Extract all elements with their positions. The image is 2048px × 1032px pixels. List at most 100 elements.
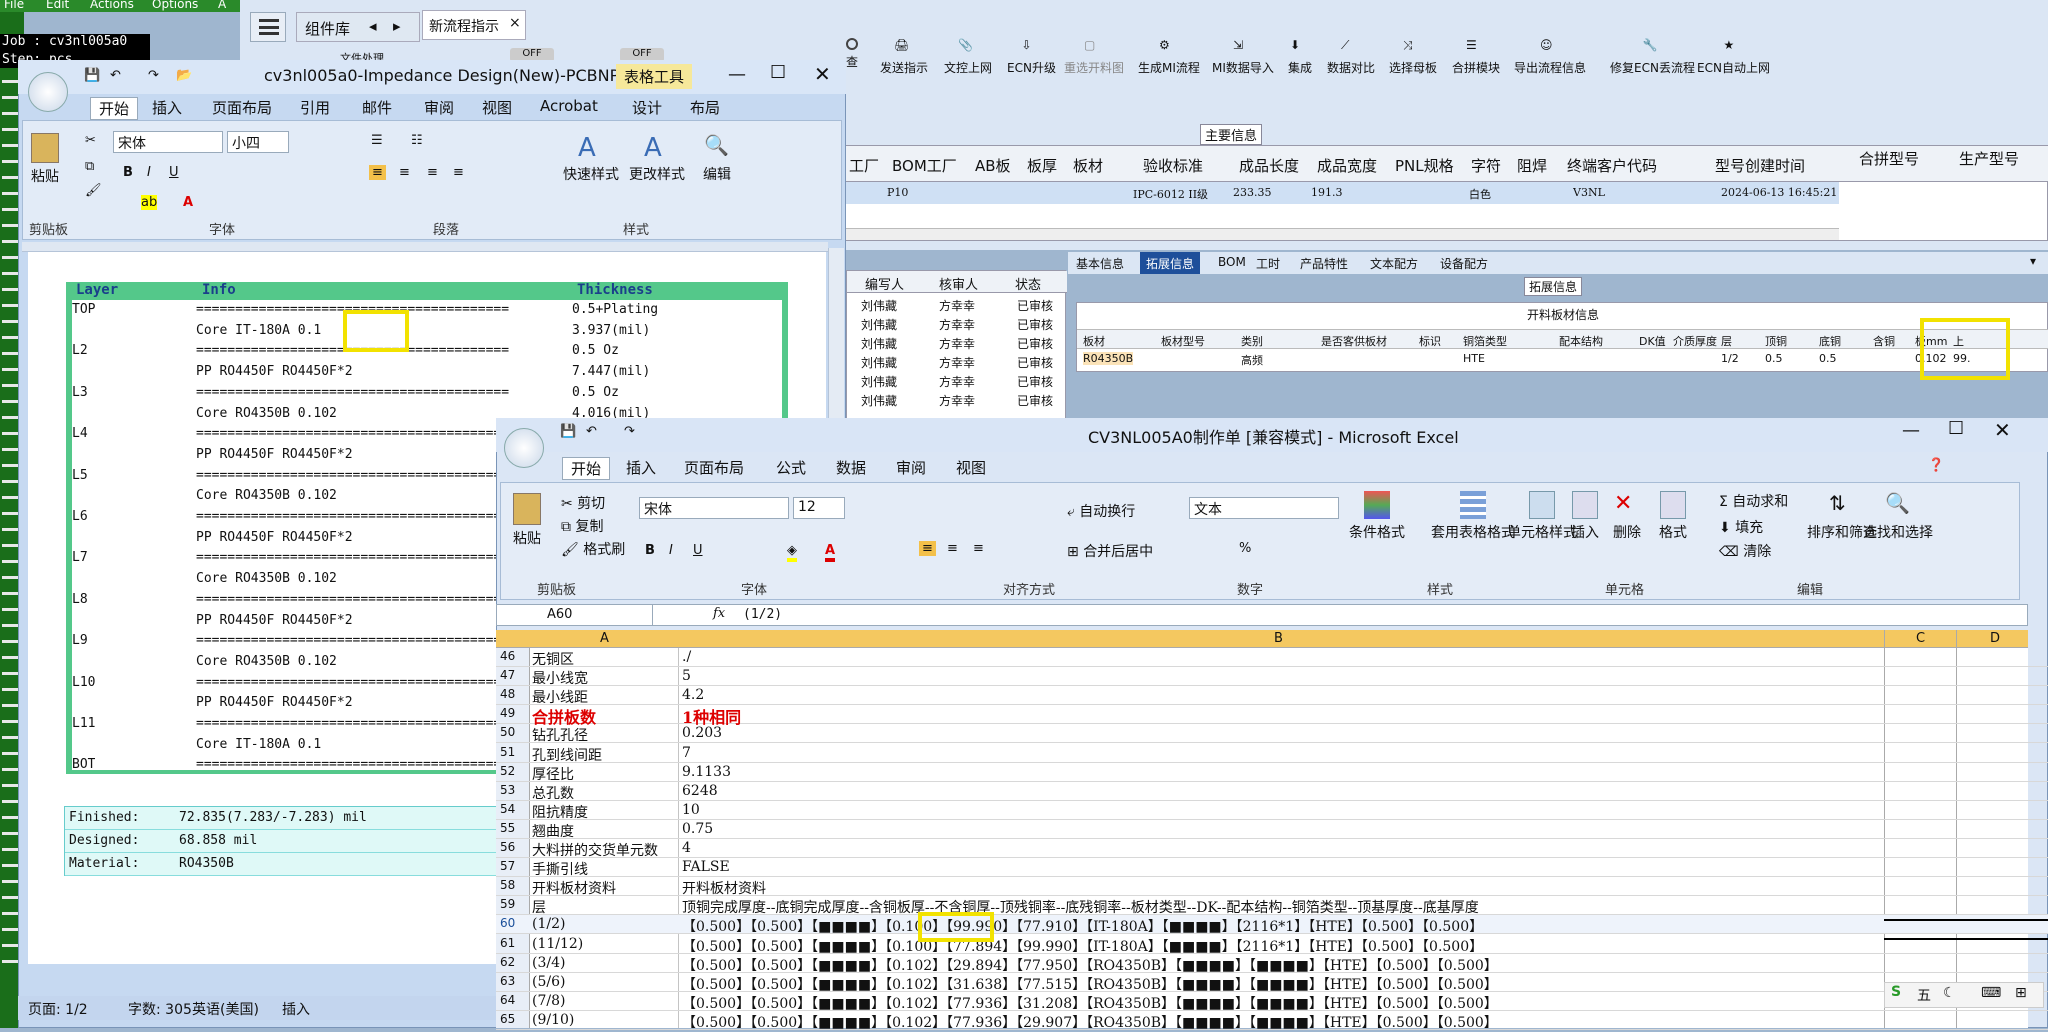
font-name-select[interactable]: 宋体 — [113, 131, 223, 153]
cell-b[interactable]: 【0.500】【0.500】【■■■■】【0.100】【77.894】【99.9… — [682, 936, 1483, 956]
menu-file[interactable]: File — [4, 0, 24, 11]
word-tab[interactable]: 视图 — [482, 97, 512, 118]
sheet-row[interactable]: 50 钻孔孔径 0.203 — [496, 724, 2048, 744]
cell-b[interactable]: 【0.500】【0.500】【■■■■】【0.100】【99.990】【77.9… — [682, 916, 1483, 936]
col-ab[interactable]: AB板 — [975, 155, 1011, 176]
numbering-icon[interactable]: ☷ — [411, 133, 423, 148]
menu-a[interactable]: A — [218, 0, 226, 11]
cell-a[interactable]: 层 — [532, 897, 546, 917]
ime-mode[interactable]: 五 — [1917, 985, 1931, 1005]
row-number[interactable]: 58 — [500, 878, 515, 892]
tab-hours[interactable]: 工时 — [1256, 255, 1280, 272]
excel-fill-color-icon[interactable]: ◈ — [787, 543, 797, 562]
word-tab[interactable]: 设计 — [632, 97, 662, 118]
ext-header-cell[interactable]: 顶铜 — [1765, 333, 1787, 349]
ext-header-cell[interactable]: 板材 — [1083, 333, 1105, 349]
excel-bold-icon[interactable]: B — [645, 543, 655, 558]
col-factory[interactable]: 工厂 — [849, 155, 879, 176]
cell-b[interactable]: 【0.500】【0.500】【■■■■】【0.102】【77.936】【29.9… — [682, 1012, 1498, 1032]
excel-tab[interactable]: 插入 — [626, 457, 656, 478]
col-header-a[interactable]: A — [600, 631, 609, 646]
tab-component-lib[interactable]: 组件库 ◂ ▸ — [296, 12, 420, 42]
font-color-icon[interactable]: A — [183, 195, 193, 210]
find-button[interactable]: 🔍 查找和选择 — [1863, 491, 1933, 542]
excel-tab[interactable]: 视图 — [956, 457, 986, 478]
sheet-row[interactable]: 64 (7/8) 【0.500】【0.500】【■■■■】【0.102】【77.93… — [496, 992, 2048, 1012]
row-number[interactable]: 65 — [500, 1012, 515, 1026]
sheet-row[interactable]: 65 (9/10) 【0.500】【0.500】【■■■■】【0.102】【77.9… — [496, 1011, 2048, 1032]
cut-icon[interactable]: ✂ — [85, 133, 96, 148]
col-reviewer[interactable]: 核审人 — [939, 274, 978, 293]
row-number[interactable]: 46 — [500, 649, 515, 663]
col-char[interactable]: 字符 — [1471, 155, 1501, 176]
cell-b[interactable]: FALSE — [682, 859, 730, 875]
row-number[interactable]: 60 — [500, 916, 515, 930]
doc-online-button[interactable]: 📎 文控上网 — [944, 38, 992, 76]
cell-b[interactable]: 开料板材资料 — [682, 878, 766, 898]
ecn-auto-button[interactable]: ★ ECN自动上网 — [1697, 38, 1770, 76]
status-lang[interactable]: 英语(美国) — [192, 999, 259, 1019]
name-box[interactable]: A60 — [497, 605, 653, 625]
cell-b[interactable]: 7 — [682, 745, 691, 761]
tab-basic[interactable]: 基本信息 — [1076, 255, 1124, 272]
underline-icon[interactable]: U — [169, 165, 179, 180]
gen-mi-button[interactable]: ⚙ 生成MI流程 — [1138, 38, 1200, 76]
save-icon[interactable]: 💾 — [84, 68, 100, 83]
align-left-icon[interactable]: ≡ — [369, 165, 386, 180]
cell-a[interactable]: (7/8) — [532, 993, 565, 1009]
ext-header-cell[interactable]: 类别 — [1241, 333, 1263, 349]
grid-icon[interactable]: ⊞ — [2015, 985, 2027, 1001]
excel-font-name[interactable]: 宋体 — [639, 497, 789, 519]
ext-header-cell[interactable]: 是否客供板材 — [1321, 333, 1387, 349]
col-thick[interactable]: 板厚 — [1027, 155, 1057, 176]
autosum-button[interactable]: Σ 自动求和 — [1719, 491, 1788, 511]
cell-a[interactable]: (3/4) — [532, 955, 565, 971]
col-material[interactable]: 板材 — [1073, 155, 1103, 176]
excel-align-left-icon[interactable]: ≡ — [919, 541, 936, 556]
cell-a[interactable]: 厚径比 — [532, 764, 574, 784]
ext-header-cell[interactable]: 板材型号 — [1161, 333, 1205, 349]
clear-button[interactable]: ⌫ 清除 — [1719, 541, 1771, 561]
cell-b[interactable]: 6248 — [682, 783, 718, 799]
sheet-row[interactable]: 52 厚径比 9.1133 — [496, 763, 2048, 784]
tab-text-recipe[interactable]: 文本配方 — [1370, 255, 1418, 272]
sheet-row[interactable]: 59 层 顶铜完成厚度--底铜完成厚度--含铜板厚--不含铜厚--顶残铜率--底残铜… — [496, 896, 2048, 917]
select-mother-button[interactable]: ⤨ 选择母板 — [1389, 38, 1437, 76]
sheet-row[interactable]: 46 无铜区 ./ — [496, 648, 2048, 668]
cell-a[interactable]: 翘曲度 — [532, 821, 574, 841]
delete-cells-button[interactable]: ✕ 删除 — [1613, 491, 1641, 542]
col-bom-factory[interactable]: BOM工厂 — [892, 155, 957, 176]
tab-bom[interactable]: BOM — [1218, 255, 1246, 269]
font-size-select[interactable]: 小四 — [227, 131, 289, 153]
word-tab[interactable]: 引用 — [300, 97, 330, 118]
col-accept[interactable]: 验收标准 — [1143, 155, 1203, 176]
col-header-b[interactable]: B — [1274, 631, 1283, 646]
sheet-row[interactable]: 56 大料拼的交货单元数 4 — [496, 839, 2048, 859]
cell-b[interactable]: 4 — [682, 840, 691, 856]
row-number[interactable]: 51 — [500, 745, 515, 759]
redo-icon[interactable]: ↷ — [148, 68, 159, 83]
minimize-icon[interactable]: — — [728, 64, 746, 85]
chevron-down-icon[interactable]: ▾ — [2030, 254, 2036, 268]
export-flow-button[interactable]: ☺ 导出流程信息 — [1514, 38, 1586, 76]
tab-device-recipe[interactable]: 设备配方 — [1440, 255, 1488, 272]
excel-maximize-icon[interactable]: ☐ — [1948, 418, 1964, 439]
table-format-button[interactable]: 套用表格格式 — [1431, 491, 1515, 542]
col-prod[interactable]: 生产型号 — [1959, 148, 2019, 169]
cell-b[interactable]: 9.1133 — [682, 764, 731, 780]
excel-tab[interactable]: 数据 — [836, 457, 866, 478]
word-tab[interactable]: 页面布局 — [212, 97, 272, 118]
copy-icon[interactable]: ⧉ — [85, 159, 94, 174]
sheet-row[interactable]: 61 (11/12) 【0.500】【0.500】【■■■■】【0.100】【77.… — [496, 935, 2048, 956]
status-words[interactable]: 字数: 305 — [128, 999, 192, 1019]
cell-a[interactable]: 手撕引线 — [532, 859, 588, 879]
ime-s-icon[interactable]: S — [1891, 984, 1901, 1000]
status-page[interactable]: 页面: 1/2 — [28, 999, 88, 1019]
excel-copy-button[interactable]: ⧉ 复制 — [561, 516, 603, 536]
excel-close-icon[interactable]: ✕ — [1994, 418, 2011, 442]
mi-import-button[interactable]: ⇲ MI数据导入 — [1212, 38, 1274, 76]
excel-minimize-icon[interactable]: — — [1902, 420, 1920, 441]
sheet-row[interactable]: 62 (3/4) 【0.500】【0.500】【■■■■】【0.102】【29.89… — [496, 954, 2048, 974]
cell-b[interactable]: 顶铜完成厚度--底铜完成厚度--含铜板厚--不含铜厚--顶残铜率--底残铜率--… — [682, 897, 1479, 917]
close-icon[interactable]: × — [509, 15, 521, 31]
